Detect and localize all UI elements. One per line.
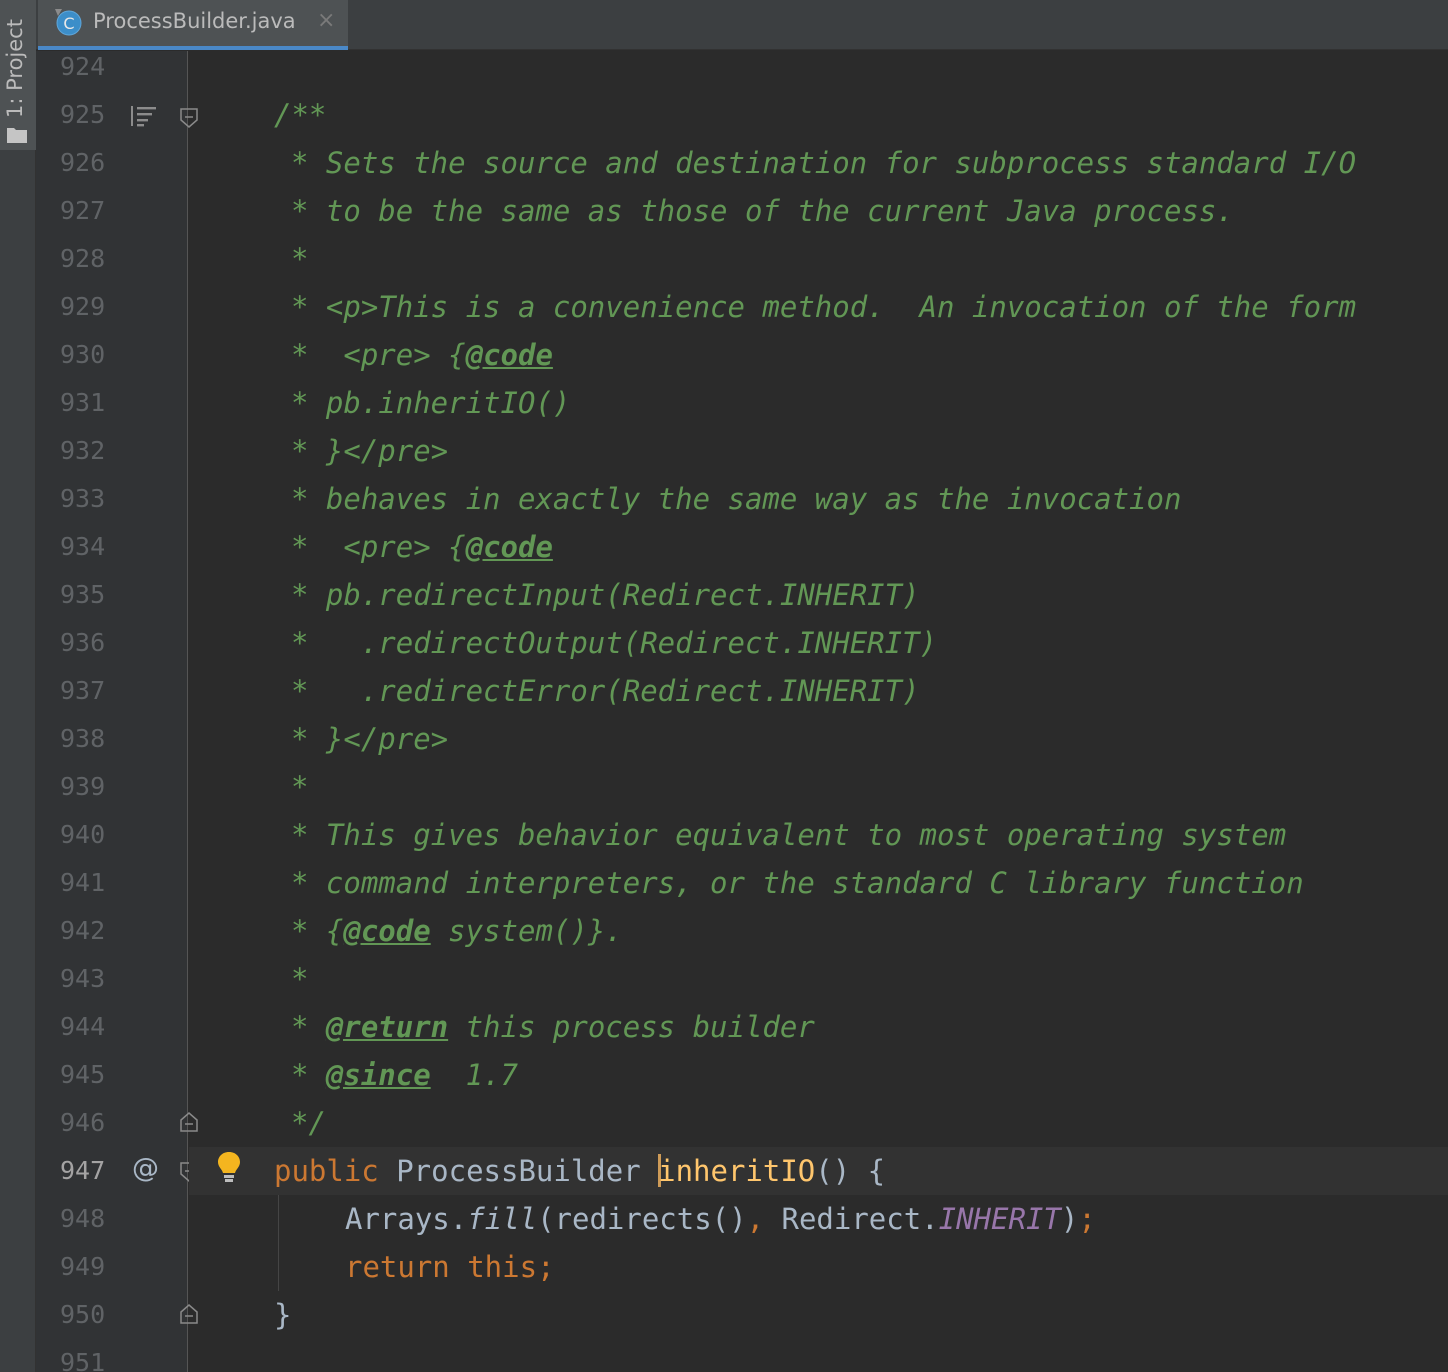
- code-line[interactable]: *: [291, 763, 308, 811]
- code-line[interactable]: /**: [274, 91, 326, 139]
- line-number: 930: [60, 340, 106, 369]
- line-number: 940: [60, 820, 106, 849]
- code-line-current[interactable]: public ProcessBuilder inheritIO() {: [274, 1147, 885, 1195]
- line-number: 934: [60, 532, 106, 561]
- line-number: 949: [60, 1252, 106, 1281]
- method-call: fill: [467, 1202, 538, 1236]
- method-name: inheritIO: [658, 1154, 816, 1188]
- line-number: 929: [60, 292, 106, 321]
- tab-file-name: ProcessBuilder.java: [93, 9, 296, 33]
- code-line[interactable]: * to be the same as those of the current…: [291, 187, 1234, 235]
- code-text: * {: [291, 914, 344, 948]
- code-text: * <pre> {: [291, 530, 466, 564]
- editor-tab-bar: C ProcessBuilder.java ×: [36, 0, 1448, 50]
- line-number: 925: [60, 100, 106, 129]
- code-line[interactable]: *: [291, 955, 308, 1003]
- project-tool-tab[interactable]: 1: Project: [0, 0, 36, 150]
- code-text: Redirect.: [781, 1202, 939, 1236]
- code-text: this process builder: [448, 1010, 815, 1044]
- render-doc-icon[interactable]: [130, 104, 158, 128]
- code-line[interactable]: * @return this process builder: [291, 1003, 815, 1051]
- line-number: 935: [60, 580, 106, 609]
- line-number: 936: [60, 628, 106, 657]
- line-number-current: 947: [60, 1156, 106, 1185]
- line-number: 939: [60, 772, 106, 801]
- code-line[interactable]: * }</pre>: [291, 715, 448, 763]
- code-line[interactable]: * pb.inheritIO(): [291, 379, 570, 427]
- project-tool-label: 1: Project: [3, 19, 27, 118]
- code-line[interactable]: * Sets the source and destination for su…: [291, 139, 1356, 187]
- folder-icon: [7, 128, 27, 143]
- constant: INHERIT: [938, 1202, 1061, 1236]
- code-line[interactable]: * .redirectError(Redirect.INHERIT): [291, 667, 920, 715]
- code-line[interactable]: * command interpreters, or the standard …: [291, 859, 1304, 907]
- line-number: 944: [60, 1012, 106, 1041]
- punctuation: ,: [746, 1202, 782, 1236]
- code-line[interactable]: * pb.redirectInput(Redirect.INHERIT): [291, 571, 920, 619]
- code-text: () {: [815, 1154, 886, 1188]
- line-number: 931: [60, 388, 106, 417]
- indent-guide: [278, 1195, 279, 1291]
- line-number: 928: [60, 244, 106, 273]
- tool-window-stripe: 1: Project: [0, 0, 36, 1372]
- java-class-icon: C: [55, 9, 82, 36]
- javadoc-tag: @return: [325, 1010, 449, 1044]
- javadoc-tag: @since: [325, 1058, 431, 1092]
- line-number: 948: [60, 1204, 106, 1233]
- line-number: 937: [60, 676, 106, 705]
- fold-end-icon[interactable]: [180, 1304, 198, 1324]
- javadoc-tag: @code: [465, 530, 553, 564]
- code-text: ProcessBuilder: [378, 1154, 659, 1188]
- line-number: 951: [60, 1348, 106, 1372]
- line-number: 927: [60, 196, 106, 225]
- line-number: 943: [60, 964, 106, 993]
- line-number: 926: [60, 148, 106, 177]
- code-text: Arrays.: [345, 1202, 468, 1236]
- fold-collapse-icon[interactable]: [180, 108, 198, 128]
- code-line[interactable]: Arrays.fill(redirects(), Redirect.INHERI…: [345, 1195, 1096, 1243]
- line-number: 938: [60, 724, 106, 753]
- javadoc-tag: @code: [465, 338, 553, 372]
- fold-end-icon[interactable]: [180, 1112, 198, 1132]
- line-number: 933: [60, 484, 106, 513]
- code-line[interactable]: }: [274, 1291, 291, 1339]
- line-number: 950: [60, 1300, 106, 1329]
- keyword: return: [345, 1250, 450, 1284]
- lightbulb-icon[interactable]: [214, 1150, 244, 1184]
- code-line[interactable]: * .redirectOutput(Redirect.INHERIT): [291, 619, 937, 667]
- java-class-icon-letter: C: [63, 14, 74, 33]
- code-line[interactable]: */: [291, 1099, 326, 1147]
- javadoc-tag: @code: [343, 914, 431, 948]
- code-line[interactable]: * <pre> {@code: [291, 331, 553, 379]
- keyword: public: [274, 1154, 379, 1188]
- line-number: 924: [60, 52, 106, 81]
- code-text: 1.7: [430, 1058, 518, 1092]
- line-number: 941: [60, 868, 106, 897]
- override-marker-icon[interactable]: @: [132, 1153, 159, 1184]
- code-text: ): [1060, 1202, 1079, 1236]
- code-line[interactable]: * <p>This is a convenience method. An in…: [291, 283, 1356, 331]
- code-text: (redirects(): [537, 1202, 747, 1236]
- code-line[interactable]: * @since 1.7: [291, 1051, 518, 1099]
- code-line[interactable]: return this;: [345, 1243, 555, 1291]
- code-text: system()}.: [430, 914, 623, 948]
- code-text: *: [291, 1058, 326, 1092]
- code-line[interactable]: * <pre> {@code: [291, 523, 553, 571]
- code-text: *: [291, 1010, 326, 1044]
- code-text: * <pre> {: [291, 338, 466, 372]
- close-icon[interactable]: ×: [317, 8, 335, 33]
- code-line[interactable]: * }</pre>: [291, 427, 448, 475]
- line-number: 932: [60, 436, 106, 465]
- code-line[interactable]: * {@code system()}.: [291, 907, 623, 955]
- code-line[interactable]: * behaves in exactly the same way as the…: [291, 475, 1181, 523]
- line-number: 942: [60, 916, 106, 945]
- code-line[interactable]: *: [291, 235, 308, 283]
- keyword: this;: [449, 1250, 555, 1284]
- punctuation: ;: [1078, 1202, 1096, 1236]
- line-number: 945: [60, 1060, 106, 1089]
- line-number: 946: [60, 1108, 106, 1137]
- code-line[interactable]: * This gives behavior equivalent to most…: [291, 811, 1286, 859]
